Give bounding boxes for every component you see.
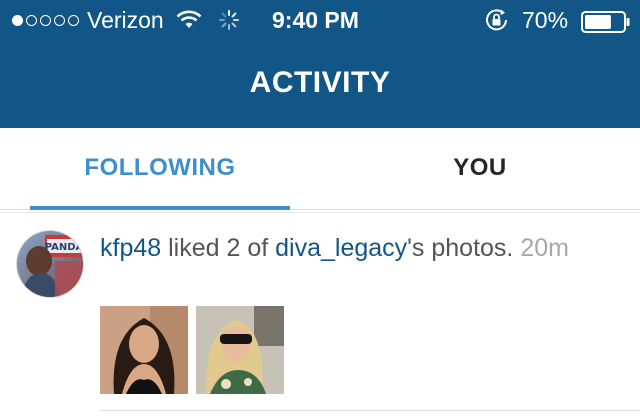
- avatar[interactable]: PANDA: [16, 230, 84, 298]
- tab-following[interactable]: FOLLOWING: [0, 128, 320, 210]
- time-ago: 20m: [520, 234, 569, 262]
- wifi-icon: [176, 10, 202, 30]
- tab-you[interactable]: YOU: [320, 128, 640, 210]
- avatar-badge-text: PANDA: [45, 242, 84, 253]
- actor-username-link[interactable]: kfp48: [100, 234, 161, 262]
- signal-dot: [40, 15, 51, 26]
- notification-text: kfp48 liked 2 of diva_legacy's photos. 2…: [100, 232, 620, 264]
- battery-icon: [581, 11, 631, 33]
- signal-dot: [54, 15, 65, 26]
- liked-photo-thumbnail[interactable]: [100, 306, 188, 394]
- battery-fill: [585, 15, 611, 29]
- signal-dot: [68, 15, 79, 26]
- liked-photo-thumbnail[interactable]: [196, 306, 284, 394]
- activity-tabs: FOLLOWING YOU: [0, 128, 640, 210]
- action-text: liked 2 of: [161, 234, 276, 262]
- page-title: ACTIVITY: [249, 66, 391, 99]
- signal-dot: [26, 15, 37, 26]
- status-time: 9:40 PM: [272, 7, 359, 33]
- target-username-link[interactable]: diva_legacy: [275, 234, 407, 262]
- signal-indicator: Verizon: [12, 7, 164, 34]
- divider: [100, 410, 640, 411]
- activity-spinner-icon: [218, 9, 240, 31]
- divider: [0, 212, 640, 213]
- battery-percent: 70%: [522, 7, 569, 33]
- app-header: Verizon 9:40 PM 70% ACTIVITY: [0, 0, 640, 128]
- status-bar: Verizon 9:40 PM 70%: [0, 0, 640, 40]
- signal-dot: [12, 15, 23, 26]
- carrier-name: Verizon: [87, 7, 164, 33]
- rotation-lock-icon: [484, 8, 510, 32]
- action-text-end: 's photos.: [407, 234, 521, 262]
- active-tab-indicator: [30, 206, 290, 210]
